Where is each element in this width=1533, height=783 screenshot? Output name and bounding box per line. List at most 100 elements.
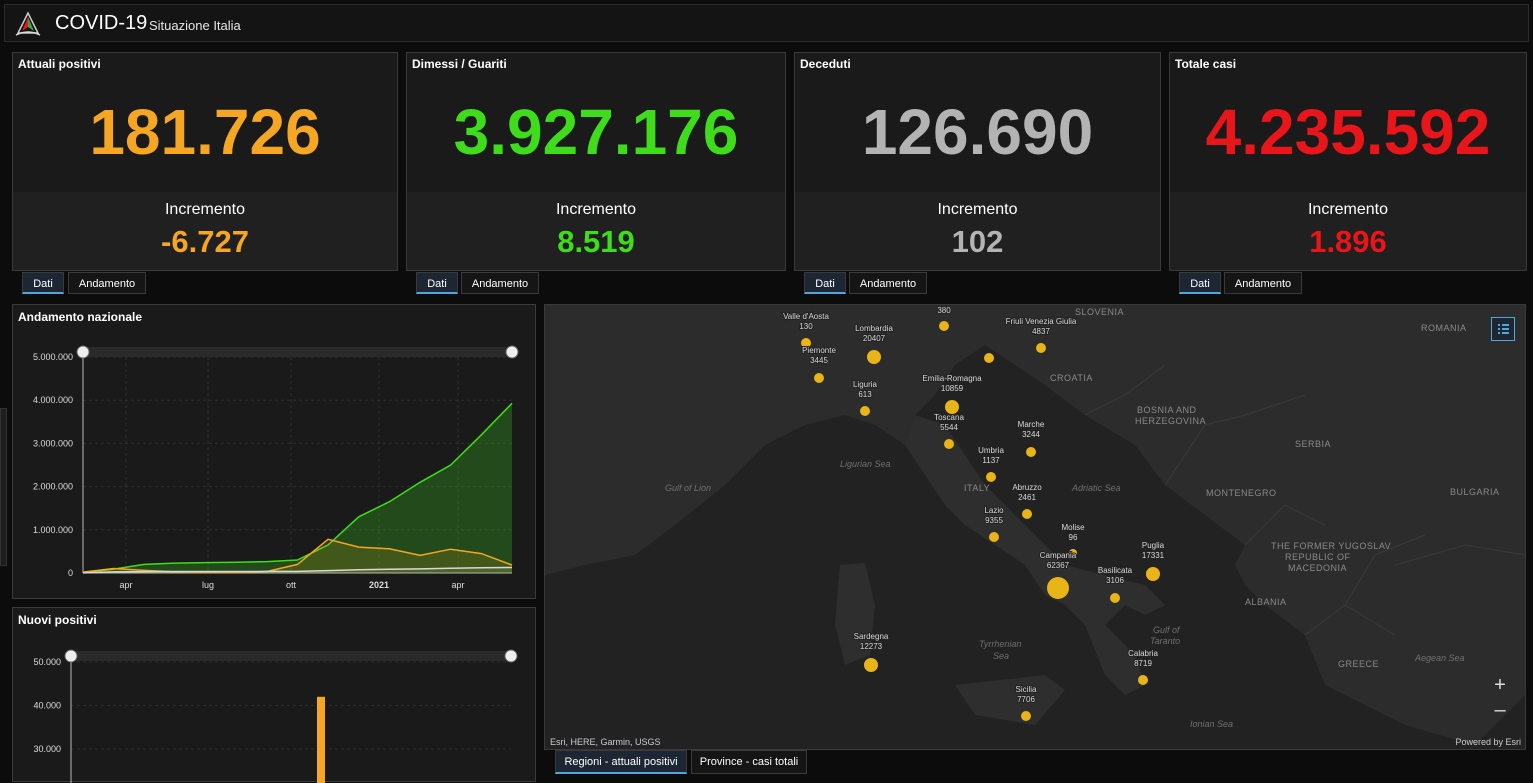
card-title: Dimessi / Guariti — [412, 57, 507, 71]
trend-y-tick: 4.000.000 — [33, 395, 73, 405]
tab-dati[interactable]: Dati — [416, 272, 458, 294]
svg-text:Sardegna: Sardegna — [854, 632, 889, 641]
map-attribution: Esri, HERE, Garmin, USGS — [550, 737, 661, 747]
new-y-tick: 40.000 — [33, 701, 61, 711]
tab-regioni[interactable]: Regioni - attuali positivi — [555, 750, 687, 774]
zoom-in-button[interactable]: + — [1487, 673, 1513, 697]
map-label-slovenia: SLOVENIA — [1075, 307, 1124, 317]
tab-province[interactable]: Province - casi totali — [691, 750, 807, 774]
card-increment-label: Incremento — [555, 201, 637, 218]
card-title: Attuali positivi — [18, 57, 101, 71]
new-range-handle-left[interactable] — [64, 649, 78, 663]
svg-text:Calabria: Calabria — [1128, 649, 1158, 658]
region-marker — [1110, 593, 1120, 603]
card-title: Totale casi — [1175, 57, 1237, 71]
trend-y-tick: 3.000.000 — [33, 438, 73, 448]
region-marker — [860, 406, 870, 416]
svg-text:1137: 1137 — [982, 456, 1000, 465]
svg-text:20407: 20407 — [863, 334, 886, 343]
map-label-macedonia-3: MACEDONIA — [1288, 563, 1347, 573]
svg-text:Campania: Campania — [1040, 551, 1077, 560]
new-y-tick: 30.000 — [33, 744, 61, 754]
sea-ligurian: Ligurian Sea — [840, 459, 891, 469]
tab-dati[interactable]: Dati — [1179, 272, 1221, 294]
svg-text:Marche: Marche — [1018, 420, 1045, 429]
trend-range-handle-right[interactable] — [505, 345, 519, 359]
region-marker — [814, 373, 824, 383]
tab-dati[interactable]: Dati — [22, 272, 64, 294]
svg-text:Toscana: Toscana — [934, 413, 964, 422]
new-range-handle-right[interactable] — [504, 649, 518, 663]
new-range-slider-track[interactable] — [71, 651, 511, 661]
tab-andamento[interactable]: Andamento — [1224, 272, 1302, 294]
region-marker — [939, 321, 949, 331]
svg-text:4837: 4837 — [1032, 327, 1050, 336]
sea-gulf-taranto-1: Gulf of — [1153, 625, 1181, 635]
italy-map[interactable]: SLOVENIA CROATIA BOSNIA AND HERZEGOVINA … — [544, 304, 1526, 750]
sea-tyrrhenian-1: Tyrrhenian — [979, 639, 1021, 649]
svg-text:Sicilia: Sicilia — [1016, 685, 1037, 694]
trend-series-guariti-area — [83, 403, 512, 573]
svg-text:2461: 2461 — [1018, 493, 1036, 502]
svg-text:62367: 62367 — [1047, 561, 1070, 570]
map-label-romania: ROMANIA — [1421, 323, 1467, 333]
legend-list-icon[interactable] — [1491, 317, 1515, 341]
card-deceduti: Deceduti 126.690 Incremento 102 — [794, 52, 1161, 271]
trend-y-tick: 1.000.000 — [33, 525, 73, 535]
tab-dati[interactable]: Dati — [804, 272, 846, 294]
svg-text:10859: 10859 — [941, 384, 964, 393]
svg-text:7706: 7706 — [1017, 695, 1035, 704]
region-marker — [986, 472, 996, 482]
app-subtitle: Situazione Italia — [149, 18, 241, 33]
trend-range-slider-track[interactable] — [83, 347, 513, 357]
app-header: COVID-19 Situazione Italia — [4, 4, 1529, 42]
card-increment-value: 8.519 — [557, 224, 635, 259]
svg-text:Abruzzo: Abruzzo — [1012, 483, 1042, 492]
svg-text:5544: 5544 — [940, 423, 958, 432]
region-marker — [945, 400, 959, 414]
region-marker — [1026, 447, 1036, 457]
card-title: Deceduti — [800, 57, 851, 71]
region-veneto[interactable] — [984, 353, 994, 363]
region-marker — [1022, 509, 1032, 519]
card-increment-value: -6.727 — [161, 224, 249, 259]
map-label-serbia: SERBIA — [1295, 439, 1331, 449]
map-label-herzegovina: HERZEGOVINA — [1135, 416, 1206, 426]
trend-y-tick: 5.000.000 — [33, 352, 73, 362]
app-title: COVID-19 — [55, 12, 148, 34]
tab-andamento[interactable]: Andamento — [461, 272, 539, 294]
region-marker — [1021, 711, 1031, 721]
svg-text:130: 130 — [799, 322, 813, 331]
region-marker — [1036, 343, 1046, 353]
region-marker — [944, 439, 954, 449]
svg-text:3445: 3445 — [810, 356, 828, 365]
trend-range-handle-left[interactable] — [76, 345, 90, 359]
svg-text:17331: 17331 — [1142, 551, 1165, 560]
svg-text:Liguria: Liguria — [853, 380, 878, 389]
powered-by-esri[interactable]: Powered by Esri — [1455, 737, 1521, 747]
card-increment-value: 102 — [951, 224, 1004, 259]
trend-x-tick: apr — [119, 580, 132, 590]
card-value: 181.726 — [89, 96, 321, 168]
civil-protection-logo — [15, 11, 41, 36]
trend-x-tick: ott — [286, 580, 297, 590]
card-increment-value: 1.896 — [1309, 224, 1387, 259]
tab-andamento[interactable]: Andamento — [849, 272, 927, 294]
map-label-macedonia-2: REPUBLIC OF — [1285, 552, 1351, 562]
sea-tyrrhenian-2: Sea — [993, 651, 1009, 661]
map-canvas[interactable]: SLOVENIA CROATIA BOSNIA AND HERZEGOVINA … — [545, 305, 1525, 749]
svg-text:Lombardia: Lombardia — [855, 324, 893, 333]
zoom-out-button[interactable]: – — [1487, 698, 1513, 722]
new-positives-panel: Nuovi positivi 50.000 40.000 30.000 — [12, 607, 536, 783]
card-value: 126.690 — [861, 96, 1094, 168]
side-panel-handle[interactable] — [0, 408, 7, 566]
map-label-montenegro: MONTENEGRO — [1206, 488, 1277, 498]
svg-text:8719: 8719 — [1134, 659, 1152, 668]
trend-y-tick: 2.000.000 — [33, 482, 73, 492]
map-label-albania: ALBANIA — [1245, 597, 1287, 607]
svg-text:Piemonte: Piemonte — [802, 346, 836, 355]
card-value: 4.235.592 — [1205, 96, 1491, 168]
new-positives-chart: 50.000 40.000 30.000 — [33, 649, 518, 783]
tab-andamento[interactable]: Andamento — [68, 272, 146, 294]
new-y-tick: 50.000 — [33, 657, 61, 667]
